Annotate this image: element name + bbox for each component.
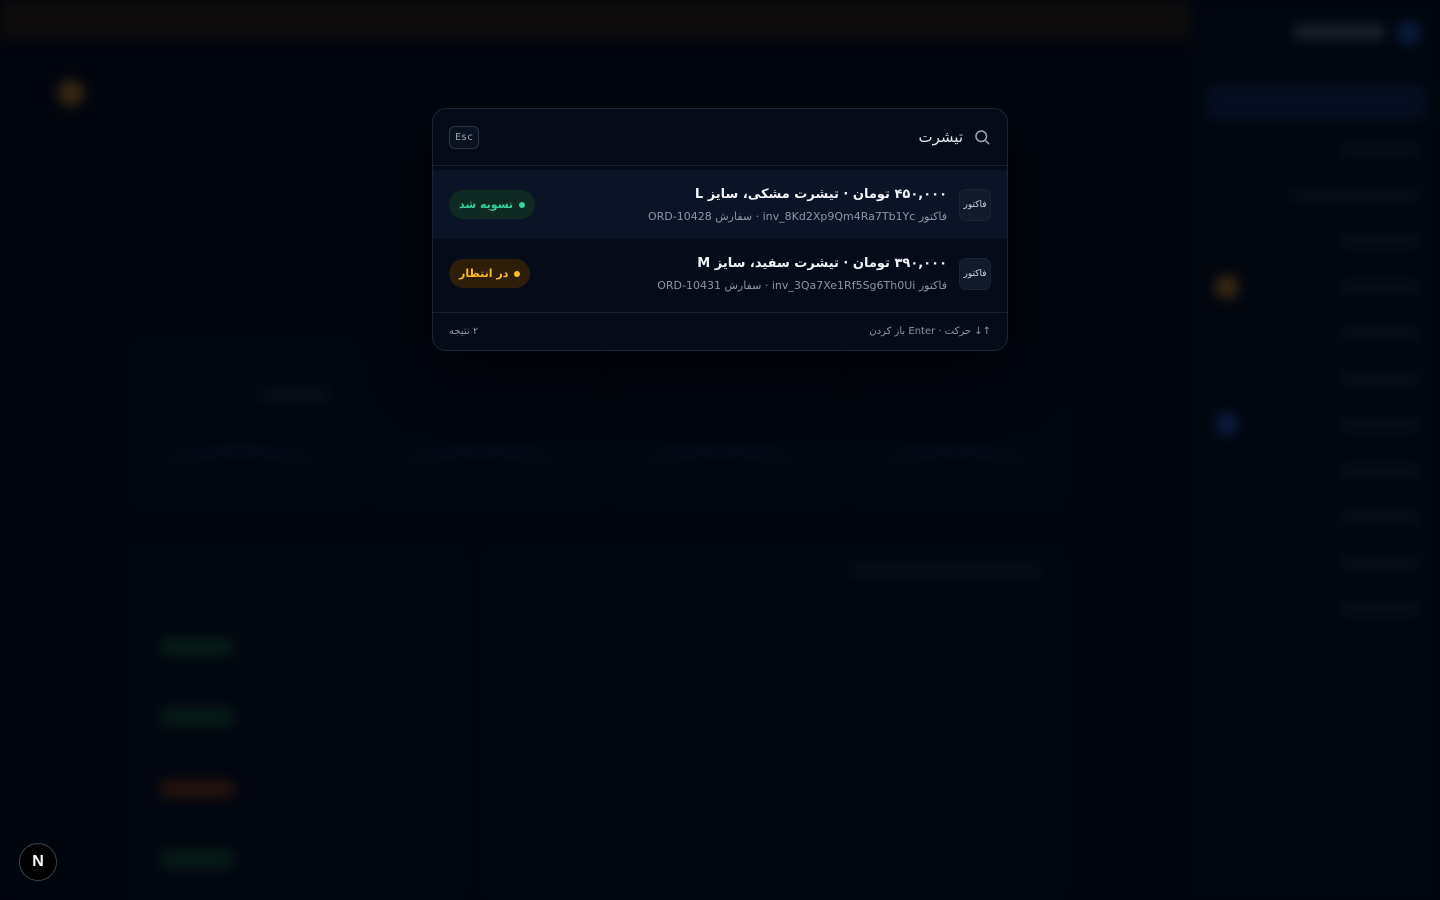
search-input[interactable]	[479, 109, 963, 165]
result-title: ۳۹۰,۰۰۰ تومان · تیشرت سفید، سایز M	[697, 255, 947, 271]
result-count: ۲ نتیجه	[449, 326, 479, 337]
status-label: در انتظار	[459, 267, 509, 280]
result-item[interactable]: فاکتور ۴۵۰,۰۰۰ تومان · تیشرت مشکی، سایز …	[433, 170, 1007, 239]
result-title: ۴۵۰,۰۰۰ تومان · تیشرت مشکی، سایز L	[694, 186, 947, 202]
result-item[interactable]: فاکتور ۳۹۰,۰۰۰ تومان · تیشرت سفید، سایز …	[433, 239, 1007, 308]
result-text: ۴۵۰,۰۰۰ تومان · تیشرت مشکی، سایز L فاکتو…	[535, 187, 947, 223]
search-bar: Esc	[433, 109, 1007, 166]
results-list: فاکتور ۴۵۰,۰۰۰ تومان · تیشرت مشکی، سایز …	[433, 166, 1007, 312]
result-type-chip: فاکتور	[959, 188, 991, 221]
status-dot-icon	[514, 270, 521, 277]
result-text: ۳۹۰,۰۰۰ تومان · تیشرت سفید، سایز M فاکتو…	[530, 256, 947, 292]
result-type-chip: فاکتور	[959, 257, 991, 290]
keyboard-hint: ↑↓ حرکت · Enter باز کردن	[869, 326, 991, 337]
result-subtitle: فاکتور inv_8Kd2Xp9Qm4Ra7Tb1Yc · سفارش OR…	[648, 209, 947, 223]
command-palette: Esc فاکتور ۴۵۰,۰۰۰ تومان · تیشرت مشکی، س…	[432, 108, 1008, 351]
dev-tools-badge[interactable]: N	[19, 843, 57, 881]
palette-footer: ↑↓ حرکت · Enter باز کردن ۲ نتیجه	[433, 312, 1007, 350]
status-badge: تسویه شد	[449, 190, 536, 219]
result-subtitle: فاکتور inv_3Qa7Xe1Rf5Sg6Th0Ui · سفارش OR…	[657, 278, 947, 292]
esc-key-hint[interactable]: Esc	[449, 125, 480, 149]
dev-tools-letter: N	[32, 853, 44, 870]
search-icon	[975, 130, 990, 145]
status-dot-icon	[519, 201, 526, 208]
status-badge: در انتظار	[449, 259, 531, 288]
status-label: تسویه شد	[459, 198, 514, 211]
